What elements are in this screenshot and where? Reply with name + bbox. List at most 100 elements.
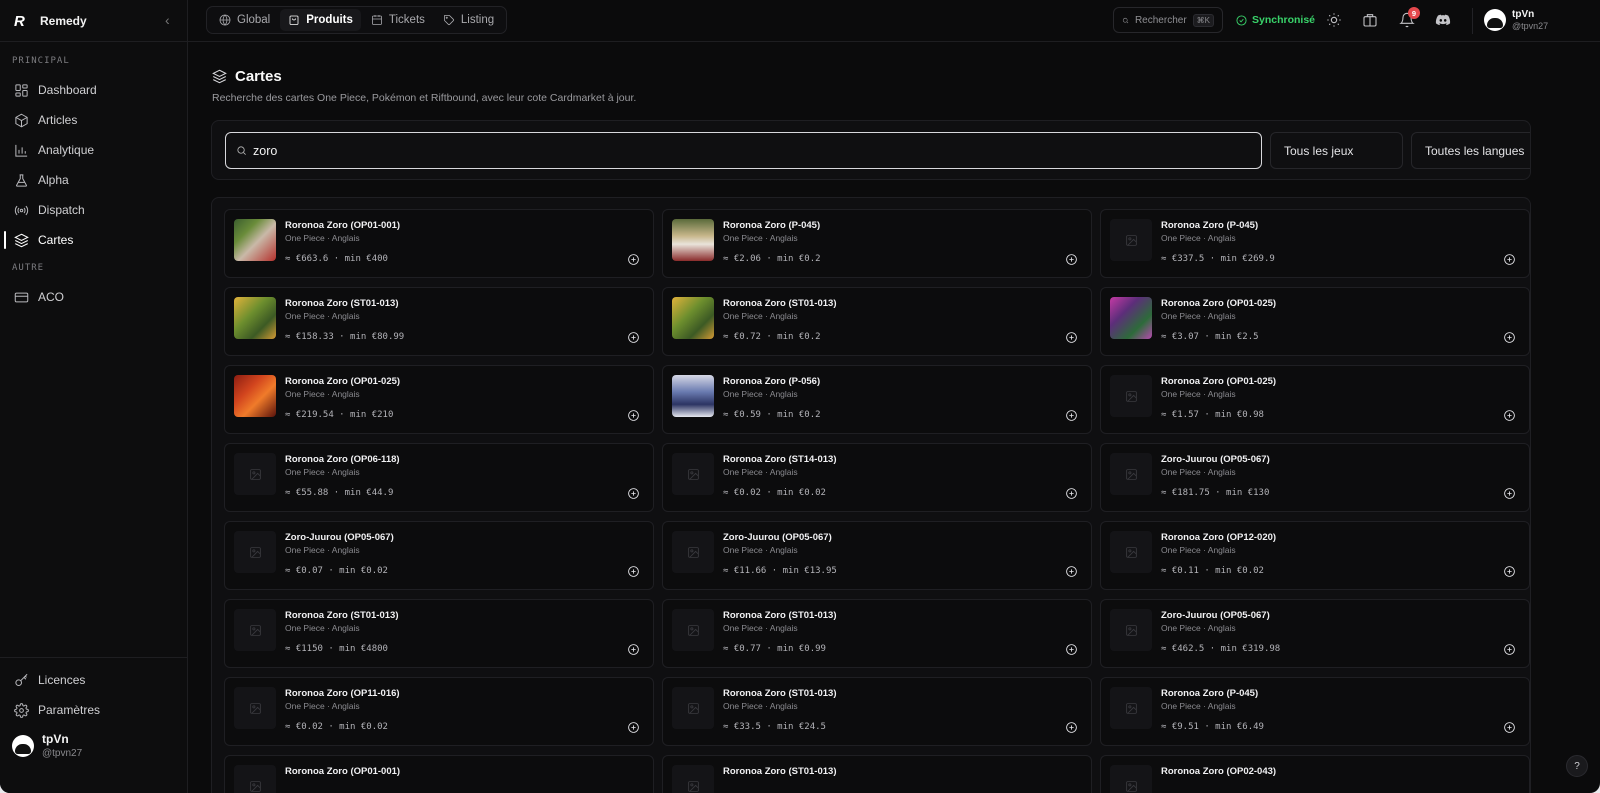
add-card-button[interactable]	[624, 718, 643, 737]
sidebar-item-cartes[interactable]: Cartes	[4, 227, 182, 253]
add-card-button[interactable]	[1062, 562, 1081, 581]
add-card-button[interactable]	[1500, 328, 1519, 347]
sidebar-divider	[0, 41, 187, 42]
add-card-button[interactable]	[1500, 406, 1519, 425]
card-search-input[interactable]: zoro	[225, 132, 1262, 169]
sidebar-item-alpha[interactable]: Alpha	[6, 167, 182, 193]
theme-toggle-button[interactable]	[1326, 12, 1342, 28]
card-result-item[interactable]: Zoro-Juurou (OP05-067) One Piece · Anglai…	[1100, 599, 1530, 668]
user-handle: @tpvn27	[1512, 21, 1549, 31]
image-placeholder-icon	[1110, 453, 1152, 495]
card-result-item[interactable]: Roronoa Zoro (OP01-025) One Piece · Angla…	[1100, 287, 1530, 356]
sidebar-user[interactable]: tpVn @tpvn27	[12, 732, 82, 759]
card-result-item[interactable]: Roronoa Zoro (P-045) One Piece · Anglais ≈…	[1100, 209, 1530, 278]
card-result-item[interactable]: Roronoa Zoro (P-056) One Piece · Anglais ≈…	[662, 365, 1092, 434]
discord-button[interactable]	[1435, 12, 1451, 28]
search-icon	[1122, 17, 1129, 23]
sidebar-item-licences[interactable]: Licences	[6, 667, 182, 693]
tab-produits[interactable]: Produits	[280, 9, 361, 31]
add-card-button[interactable]	[1062, 718, 1081, 737]
card-price: ≈ €0.59 · min €0.2	[723, 410, 821, 420]
card-result-item[interactable]: Roronoa Zoro (ST14-013) One Piece · Angla…	[662, 443, 1092, 512]
card-result-item[interactable]: Roronoa Zoro (ST01-013) One Piece · Angla…	[662, 677, 1092, 746]
add-card-button[interactable]	[624, 406, 643, 425]
card-result-item[interactable]: Roronoa Zoro (OP12-020) One Piece · Angla…	[1100, 521, 1530, 590]
card-name: Roronoa Zoro (ST14-013)	[723, 454, 837, 465]
add-card-button[interactable]	[1062, 250, 1081, 269]
sidebar-item-analytique[interactable]: Analytique	[6, 137, 182, 163]
add-card-button[interactable]	[1500, 718, 1519, 737]
card-meta: One Piece · Anglais	[723, 467, 798, 477]
plus-circle-icon	[628, 254, 639, 265]
card-result-item[interactable]: Roronoa Zoro (OP01-001) One Piece · Angla…	[224, 209, 654, 278]
tab-listing[interactable]: Listing	[435, 9, 502, 31]
language-filter-select[interactable]: Toutes les langues	[1411, 132, 1530, 169]
card-result-item[interactable]: Roronoa Zoro (ST01-013) One Piece · Angla…	[662, 599, 1092, 668]
add-card-button[interactable]	[1500, 640, 1519, 659]
card-result-item[interactable]: Roronoa Zoro (OP02-043)	[1100, 755, 1530, 793]
card-name: Roronoa Zoro (ST01-013)	[723, 766, 837, 777]
card-result-item[interactable]: Roronoa Zoro (OP01-001)	[224, 755, 654, 793]
image-placeholder-icon	[234, 531, 276, 573]
sidebar-item-parametres[interactable]: Paramètres	[6, 697, 182, 723]
card-result-item[interactable]: Roronoa Zoro (OP06-118) One Piece · Angla…	[224, 443, 654, 512]
card-result-item[interactable]: Roronoa Zoro (OP01-025) One Piece · Angla…	[1100, 365, 1530, 434]
add-card-button[interactable]	[1500, 562, 1519, 581]
card-result-item[interactable]: Zoro-Juurou (OP05-067) One Piece · Anglai…	[1100, 443, 1530, 512]
game-filter-select[interactable]: Tous les jeux	[1270, 132, 1403, 169]
card-result-item[interactable]: Roronoa Zoro (ST01-013) One Piece · Angla…	[662, 287, 1092, 356]
add-card-button[interactable]	[1062, 484, 1081, 503]
brand[interactable]: R Remedy	[14, 12, 87, 30]
global-search-button[interactable]: Rechercher ⌘K	[1113, 7, 1223, 33]
add-card-button[interactable]	[1062, 328, 1081, 347]
card-result-item[interactable]: Roronoa Zoro (ST01-013)	[662, 755, 1092, 793]
sidebar-item-aco[interactable]: ACO	[6, 284, 182, 310]
card-result-item[interactable]: Roronoa Zoro (ST01-013) One Piece · Angla…	[224, 287, 654, 356]
card-result-item[interactable]: Roronoa Zoro (OP11-016) One Piece · Angla…	[224, 677, 654, 746]
plus-circle-icon	[1066, 566, 1077, 577]
add-card-button[interactable]	[1062, 640, 1081, 659]
card-result-item[interactable]: Roronoa Zoro (P-045) One Piece · Anglais ≈…	[1100, 677, 1530, 746]
card-price: ≈ €3.07 · min €2.5	[1161, 332, 1259, 342]
add-card-button[interactable]	[1062, 406, 1081, 425]
card-result-item[interactable]: Roronoa Zoro (ST01-013) One Piece · Angla…	[224, 599, 654, 668]
sidebar-item-articles[interactable]: Articles	[6, 107, 182, 133]
add-card-button[interactable]	[624, 640, 643, 659]
card-price: ≈ €33.5 · min €24.5	[723, 722, 826, 732]
add-card-button[interactable]	[1500, 250, 1519, 269]
image-placeholder-icon	[672, 453, 714, 495]
sun-icon	[1327, 13, 1341, 27]
add-card-button[interactable]	[1500, 484, 1519, 503]
add-card-button[interactable]	[624, 484, 643, 503]
image-placeholder-icon	[1110, 219, 1152, 261]
plus-circle-icon	[1504, 722, 1515, 733]
card-price: ≈ €219.54 · min €210	[285, 410, 394, 420]
gear-icon	[14, 702, 29, 718]
card-result-item[interactable]: Roronoa Zoro (P-045) One Piece · Anglais ≈…	[662, 209, 1092, 278]
card-result-item[interactable]: Roronoa Zoro (OP01-025) One Piece · Angla…	[224, 365, 654, 434]
card-meta: One Piece · Anglais	[285, 701, 360, 711]
add-card-button[interactable]	[624, 250, 643, 269]
key-icon	[15, 673, 28, 686]
image-placeholder-icon	[1110, 687, 1152, 729]
card-icon	[14, 292, 29, 302]
sidebar-item-dispatch[interactable]: Dispatch	[6, 197, 182, 223]
card-price: ≈ €11.66 · min €13.95	[723, 566, 837, 576]
top-tabs: Global Produits Tickets Listing	[206, 6, 508, 34]
tab-tickets[interactable]: Tickets	[363, 9, 433, 31]
tab-global[interactable]: Global	[211, 9, 278, 31]
collapse-sidebar-chevron-icon[interactable]: ‹	[165, 12, 170, 28]
discord-icon	[1435, 14, 1451, 26]
card-result-item[interactable]: Zoro-Juurou (OP05-067) One Piece · Anglai…	[224, 521, 654, 590]
card-result-item[interactable]: Zoro-Juurou (OP05-067) One Piece · Anglai…	[662, 521, 1092, 590]
sidebar-item-dashboard[interactable]: Dashboard	[6, 77, 182, 103]
briefcase-button[interactable]	[1362, 12, 1378, 28]
notifications-button[interactable]: 9	[1399, 7, 1420, 28]
add-card-button[interactable]	[624, 328, 643, 347]
card-meta: One Piece · Anglais	[1161, 623, 1236, 633]
topbar-user[interactable]: tpVn @tpvn27	[1484, 9, 1548, 31]
add-card-button[interactable]	[624, 562, 643, 581]
plus-circle-icon	[1504, 566, 1515, 577]
help-button[interactable]: ?	[1566, 755, 1588, 777]
remedy-logo: R	[14, 12, 25, 30]
